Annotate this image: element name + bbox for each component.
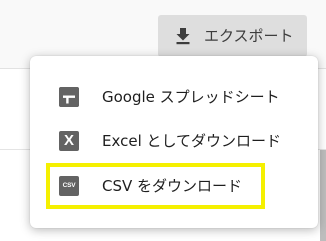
scrollbar-thumb[interactable] <box>320 150 326 241</box>
download-icon <box>176 28 190 45</box>
excel-icon-letter: X <box>63 132 74 149</box>
menu-item-google-sheets[interactable]: Google スプレッドシート <box>30 76 318 118</box>
menu-item-excel[interactable]: X Excel としてダウンロード <box>30 120 318 162</box>
google-sheets-icon <box>59 87 79 107</box>
menu-item-label: Google スプレッドシート <box>102 88 280 106</box>
excel-icon: X <box>59 131 79 151</box>
menu-item-label: CSV をダウンロード <box>102 177 243 195</box>
export-menu: Google スプレッドシート X Excel としてダウンロード CSV CS… <box>30 56 318 228</box>
export-button[interactable]: エクスポート <box>158 15 307 57</box>
csv-icon: CSV <box>59 176 79 196</box>
menu-item-label: Excel としてダウンロード <box>102 132 282 150</box>
csv-icon-letters: CSV <box>62 182 76 189</box>
export-button-label: エクスポート <box>204 27 294 45</box>
menu-item-csv[interactable]: CSV CSV をダウンロード <box>30 165 318 207</box>
